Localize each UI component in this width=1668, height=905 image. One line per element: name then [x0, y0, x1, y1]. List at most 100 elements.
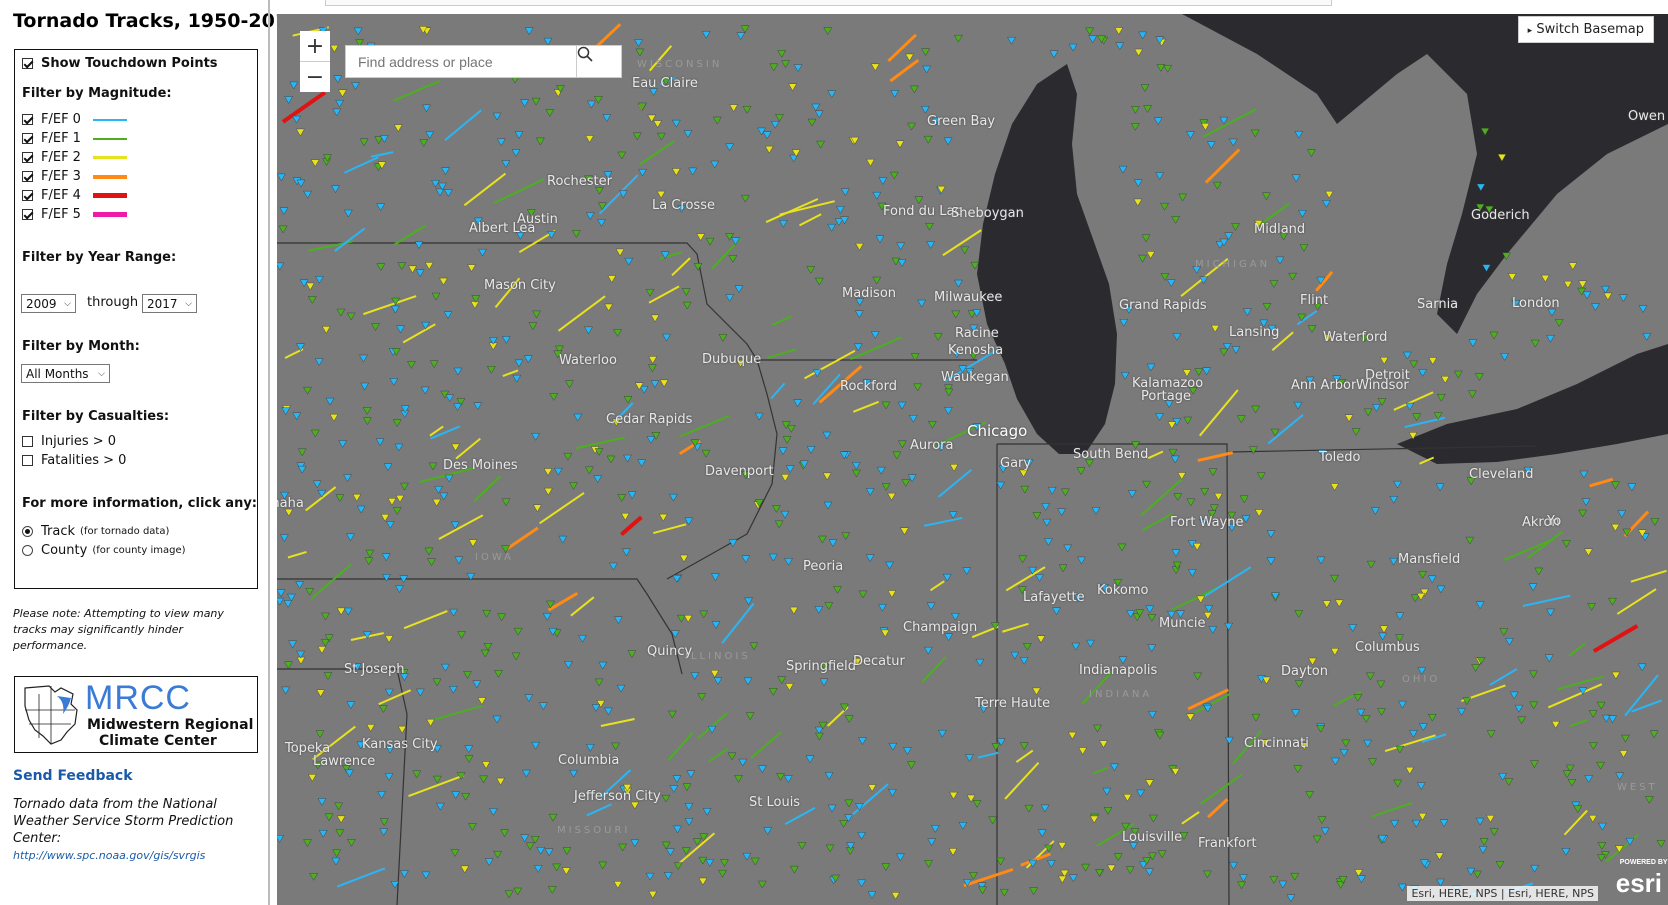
touchdown-marker: [734, 775, 743, 783]
touchdown-marker: [1041, 503, 1050, 511]
injuries-checkbox[interactable]: [22, 436, 33, 447]
touchdown-marker: [1141, 234, 1151, 243]
touchdown-marker: [284, 661, 293, 670]
touchdown-marker: [1196, 595, 1206, 604]
touchdown-marker: [1546, 335, 1555, 343]
show-touchdown-toggle[interactable]: Show Touchdown Points: [22, 56, 218, 71]
touchdown-marker: [436, 802, 445, 811]
tornado-track: [570, 596, 595, 617]
touchdown-marker: [1418, 369, 1428, 377]
track-radio[interactable]: [22, 526, 33, 537]
touchdown-marker: [303, 839, 312, 847]
touchdown-marker: [1060, 488, 1070, 497]
touchdown-marker: [858, 590, 868, 599]
switch-basemap-label: Switch Basemap: [1536, 22, 1644, 37]
magnitude-filter-4[interactable]: F/EF 4: [22, 188, 127, 203]
magnitude-filter-2[interactable]: F/EF 2: [22, 150, 127, 165]
touchdown-marker: [910, 85, 919, 94]
injuries-filter[interactable]: Injuries > 0: [22, 434, 116, 449]
touchdown-marker: [781, 60, 790, 68]
touchdown-marker: [634, 39, 643, 47]
touchdown-marker: [1379, 625, 1389, 634]
touchdown-marker: [1363, 408, 1373, 417]
magnitude-checkbox[interactable]: [22, 114, 33, 125]
tornado-track: [1204, 148, 1241, 184]
touchdown-marker: [431, 292, 441, 301]
fatalities-filter[interactable]: Fatalities > 0: [22, 453, 126, 468]
touchdown-marker: [1479, 838, 1489, 846]
touchdown-marker: [1155, 731, 1165, 740]
search-box[interactable]: [345, 45, 622, 78]
county-radio[interactable]: [22, 545, 33, 556]
switch-basemap-button[interactable]: ▸ Switch Basemap: [1517, 16, 1654, 43]
touchdown-marker: [833, 586, 842, 594]
touchdown-marker: [1153, 117, 1163, 126]
tornado-map[interactable]: + − ▸ Switch Basemap Esri, HERE, NPS | E…: [277, 14, 1668, 905]
magnitude-filter-0[interactable]: F/EF 0: [22, 112, 127, 127]
touchdown-marker: [828, 539, 838, 548]
touchdown-marker: [1057, 508, 1066, 517]
tornado-track: [493, 178, 545, 204]
region-label: WISCONSIN: [637, 59, 723, 70]
tornado-track: [403, 610, 448, 630]
touchdown-marker: [450, 849, 460, 857]
touchdown-marker: [806, 266, 816, 274]
magnitude-filter-1[interactable]: F/EF 1: [22, 131, 127, 146]
magnitude-checkbox[interactable]: [22, 190, 33, 201]
touchdown-marker: [379, 818, 389, 827]
touchdown-marker: [1393, 480, 1402, 489]
magnitude-filter-5[interactable]: F/EF 5: [22, 207, 127, 222]
touchdown-marker: [511, 652, 521, 661]
touchdown-marker: [1324, 190, 1334, 199]
touchdown-marker: [650, 380, 660, 388]
city-label: Frankfort: [1198, 836, 1257, 851]
zoom-in-button[interactable]: +: [300, 31, 330, 61]
search-button[interactable]: [576, 46, 621, 77]
touchdown-marker: [1330, 574, 1339, 583]
touchdown-marker: [712, 116, 722, 125]
touchdown-marker: [1517, 716, 1526, 725]
magnitude-filter-3[interactable]: F/EF 3: [22, 169, 127, 184]
spc-link[interactable]: http://www.spc.noaa.gov/gis/svrgis: [13, 849, 205, 862]
touchdown-marker: [1475, 817, 1485, 826]
magnitude-checkbox[interactable]: [22, 209, 33, 220]
touchdown-marker: [1588, 815, 1598, 823]
touchdown-marker: [614, 616, 623, 625]
region-label: OHIO: [1402, 674, 1441, 685]
fatalities-checkbox[interactable]: [22, 455, 33, 466]
touchdown-marker: [991, 743, 1001, 751]
touchdown-marker: [400, 870, 409, 878]
touchdown-marker: [377, 791, 386, 799]
touchdown-marker: [1071, 642, 1081, 651]
touchdown-marker: [923, 135, 933, 144]
track-option[interactable]: Track (for tornado data): [22, 524, 169, 539]
magnitude-checkbox[interactable]: [22, 171, 33, 182]
touchdown-marker: [1085, 27, 1094, 36]
show-touchdown-checkbox[interactable]: [22, 58, 33, 69]
touchdown-marker: [394, 443, 404, 452]
touchdown-marker: [464, 745, 474, 754]
touchdown-marker: [1615, 772, 1625, 781]
touchdown-marker: [698, 856, 708, 865]
touchdown-marker: [1194, 368, 1204, 376]
zoom-out-button[interactable]: −: [300, 61, 330, 92]
mrcc-logo[interactable]: MRCC Midwestern Regional Climate Center: [14, 676, 258, 753]
magnitude-checkbox[interactable]: [22, 152, 33, 163]
sidebar: Tornado Tracks, 1950-2017 Show Touchdown…: [0, 0, 301, 905]
magnitude-checkbox[interactable]: [22, 133, 33, 144]
touchdown-marker: [1471, 664, 1480, 672]
tornado-track: [1522, 594, 1571, 607]
year-to-select[interactable]: 2017 ⌵: [142, 294, 197, 313]
search-input[interactable]: [346, 46, 584, 77]
touchdown-marker: [1398, 700, 1407, 709]
city-label: Champaign: [903, 620, 978, 635]
touchdown-marker: [562, 847, 572, 855]
month-select[interactable]: All Months ⌵: [21, 364, 110, 383]
touchdown-marker: [1562, 770, 1572, 779]
region-label: MISSOURI: [557, 825, 631, 836]
county-option[interactable]: County (for county image): [22, 543, 186, 558]
touchdown-marker: [407, 361, 416, 369]
send-feedback-link[interactable]: Send Feedback: [13, 768, 133, 784]
touchdown-marker: [637, 459, 647, 467]
year-from-select[interactable]: 2009 ⌵: [21, 294, 76, 313]
